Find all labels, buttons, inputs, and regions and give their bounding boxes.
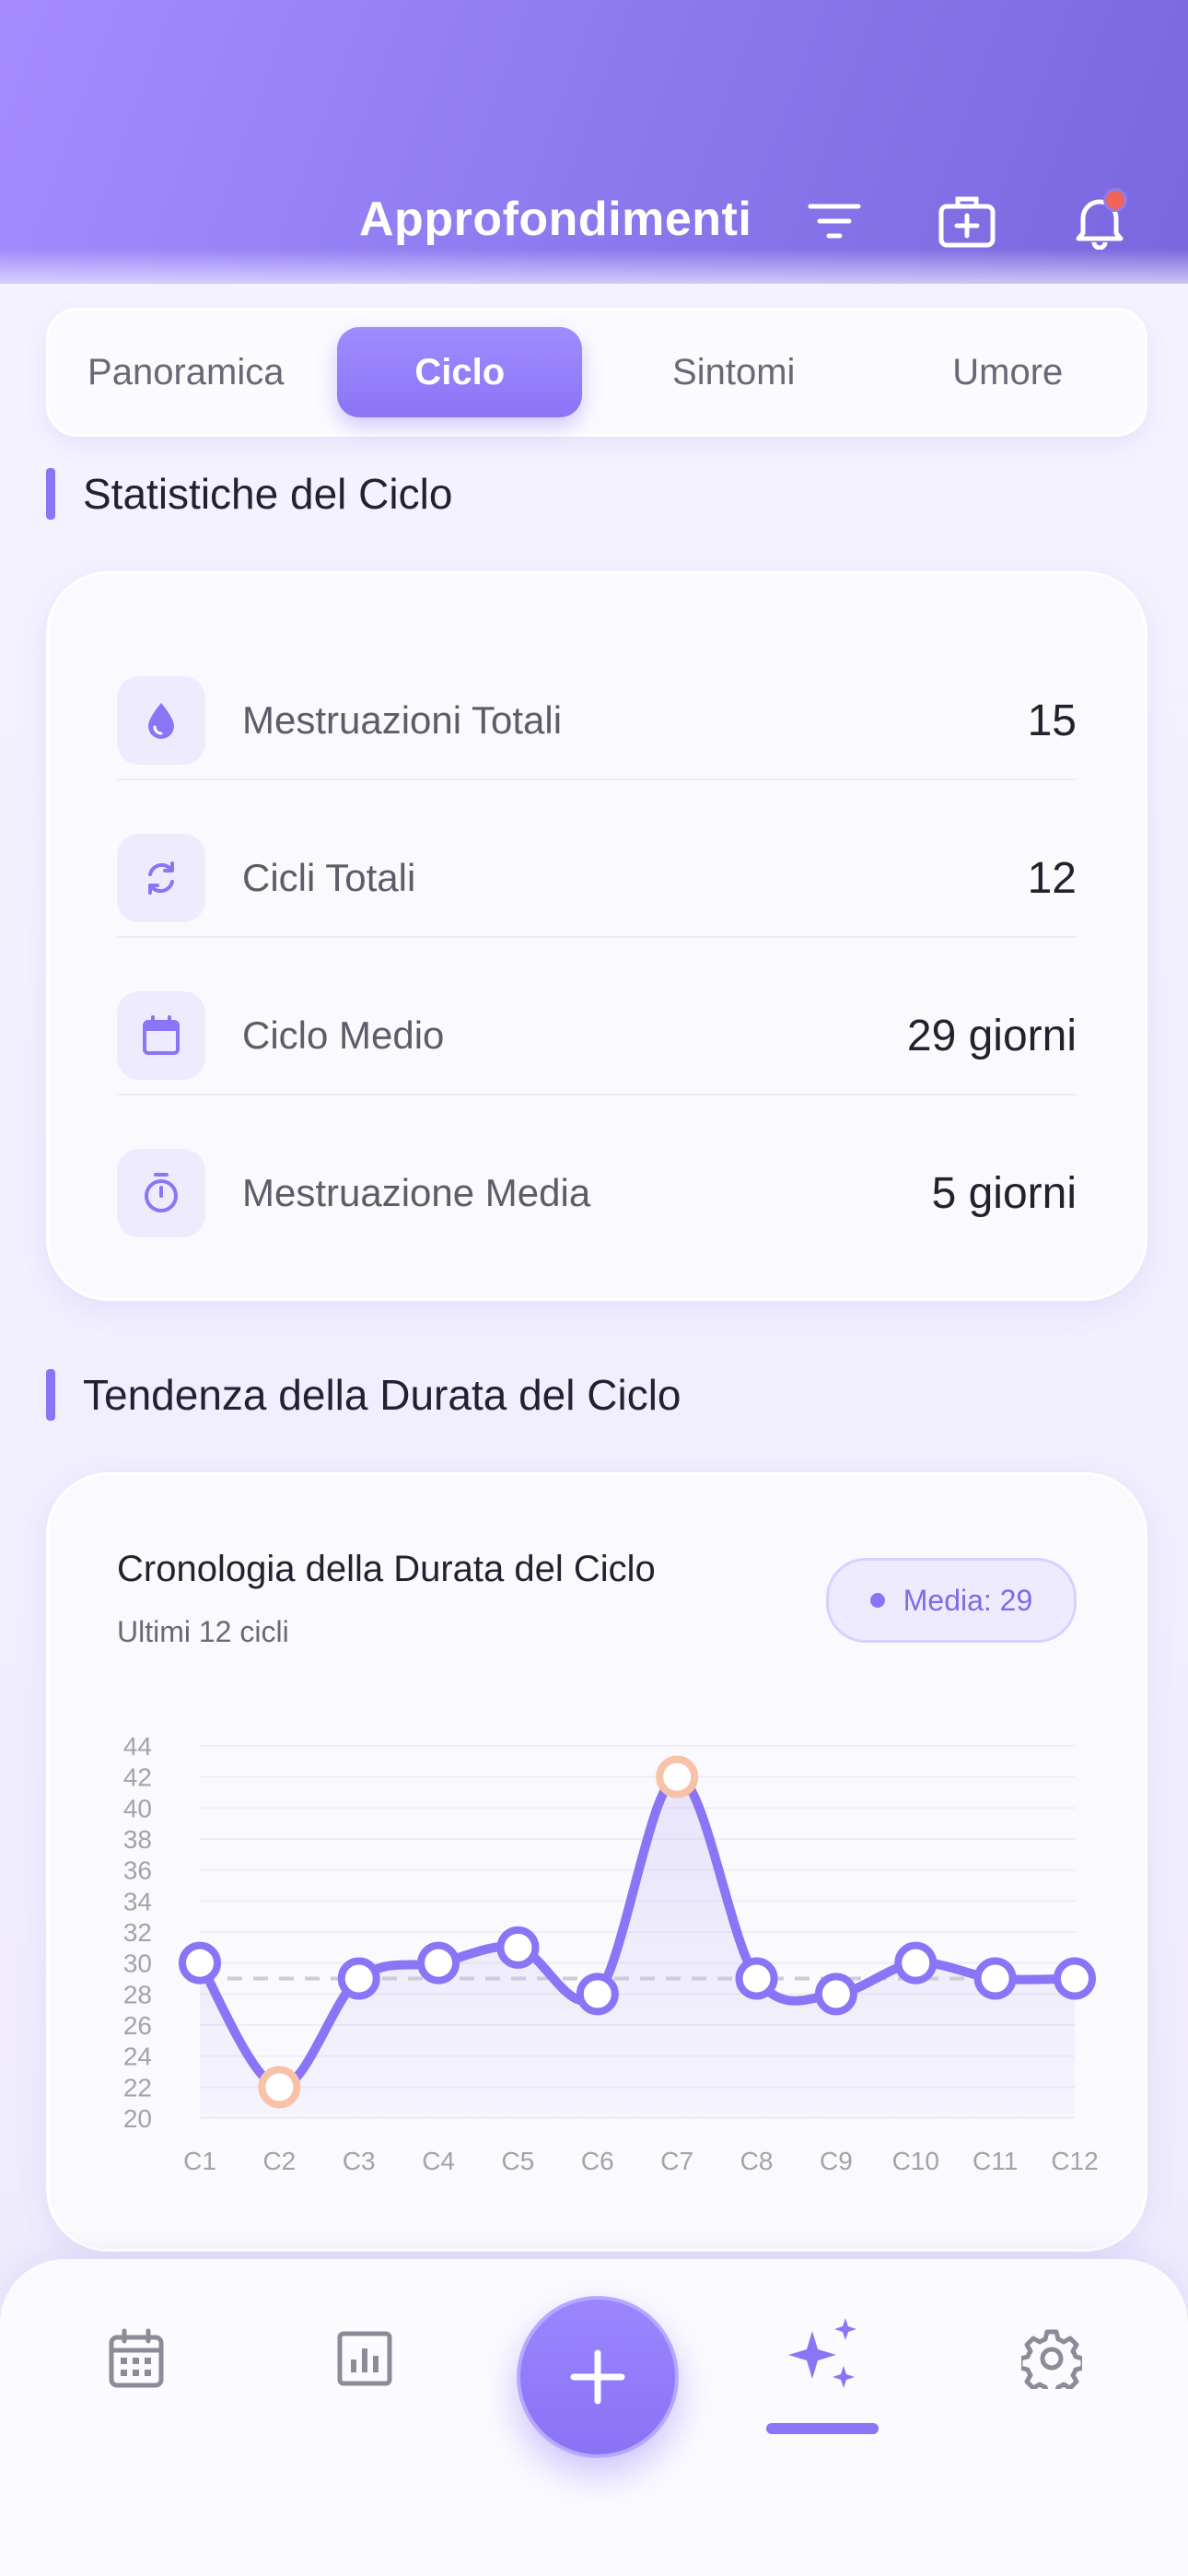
y-tick-label: 36 <box>123 1856 152 1885</box>
calendar-icon[interactable] <box>99 2322 173 2395</box>
chart-icon[interactable] <box>328 2322 402 2395</box>
trend-section-label: Tendenza della Durata del Ciclo <box>83 1371 681 1419</box>
first-aid-kit-icon[interactable] <box>930 184 1004 258</box>
data-point-c4 <box>417 1941 460 1985</box>
section-accent-bar <box>46 1369 55 1421</box>
data-point-c5 <box>496 1926 540 1969</box>
stat-label: Ciclo Medio <box>242 1013 445 1057</box>
cycle-length-chart: 20222426283032343638404244C1 C2 C3 C4 C5 C6 C7… <box>123 1732 1099 2175</box>
add-icon <box>570 2349 625 2405</box>
x-tick-label: C9 <box>820 2147 853 2175</box>
line-area <box>200 1776 1075 2118</box>
stat-label: Cicli Totali <box>242 856 416 899</box>
tab-sintomi[interactable]: Sintomi <box>611 327 856 417</box>
x-tick-label: C1 <box>183 2147 216 2175</box>
segmented-tabs: Panoramica Ciclo Sintomi Umore <box>46 308 1147 437</box>
drop-icon <box>117 676 205 765</box>
header-fade <box>0 249 1188 286</box>
y-tick-label: 24 <box>123 2043 152 2071</box>
stats-section-title: Statistiche del Ciclo <box>46 468 452 520</box>
cycle-icon <box>117 834 205 922</box>
x-tick-label: C3 <box>343 2147 376 2175</box>
x-tick-label: C6 <box>581 2147 614 2175</box>
notification-badge <box>1103 188 1127 212</box>
stat-row-menstruations: Mestruazioni Totali 15 <box>117 642 1077 799</box>
x-tick-label: C7 <box>660 2147 693 2175</box>
y-tick-label: 34 <box>123 1887 152 1915</box>
page-title: Approfondimenti <box>359 193 752 246</box>
y-tick-label: 20 <box>123 2104 152 2133</box>
stat-value: 29 giorni <box>906 1011 1077 1060</box>
chart-card: Cronologia della Durata del Ciclo Ultimi… <box>46 1472 1147 2252</box>
x-tick-label: C12 <box>1051 2147 1098 2175</box>
y-tick-label: 42 <box>123 1763 152 1792</box>
stat-label: Mestruazioni Totali <box>242 698 563 742</box>
data-point-c11 <box>973 1957 1017 2000</box>
y-tick-label: 22 <box>123 2073 152 2102</box>
y-tick-label: 28 <box>123 1980 152 2008</box>
data-point-c1 <box>179 1941 221 1985</box>
divider <box>117 779 1077 780</box>
x-tick-label: C10 <box>892 2147 939 2175</box>
data-point-c10 <box>894 1941 938 1985</box>
x-tick-label: C2 <box>262 2147 296 2175</box>
stats-card: Mestruazioni Totali 15 Cicli Totali 12 C… <box>46 571 1147 1301</box>
y-tick-label: 32 <box>123 1918 152 1947</box>
y-tick-label: 40 <box>123 1794 152 1822</box>
y-tick-label: 44 <box>123 1732 152 1761</box>
stat-row-average-menstruation: Mestruazione Media 5 giorni <box>117 1115 1077 1271</box>
divider <box>117 936 1077 938</box>
x-tick-label: C8 <box>740 2147 774 2175</box>
stat-value: 15 <box>1027 696 1077 745</box>
bell-icon[interactable] <box>1063 184 1136 258</box>
stopwatch-icon <box>117 1149 205 1237</box>
y-tick-label: 30 <box>123 1950 152 1978</box>
y-tick-label: 26 <box>123 2011 152 2040</box>
tab-ciclo[interactable]: Ciclo <box>337 327 583 417</box>
data-point-c2 <box>258 2066 301 2109</box>
add-button[interactable] <box>517 2296 679 2458</box>
stats-section-label: Statistiche del Ciclo <box>83 470 453 518</box>
stat-value: 12 <box>1027 853 1077 903</box>
trend-section-title: Tendenza della Durata del Ciclo <box>46 1369 681 1421</box>
bottom-navigation <box>0 2259 1188 2576</box>
x-tick-label: C11 <box>973 2147 1018 2175</box>
data-point-c8 <box>735 1957 778 2000</box>
x-tick-label: C4 <box>422 2147 455 2175</box>
x-tick-label: C5 <box>502 2147 535 2175</box>
stat-label: Mestruazione Media <box>242 1171 591 1214</box>
data-point-c7 <box>656 1755 699 1798</box>
tab-umore[interactable]: Umore <box>885 327 1130 417</box>
divider <box>117 1094 1077 1095</box>
active-tab-indicator <box>766 2423 879 2434</box>
filter-icon[interactable] <box>798 184 871 258</box>
y-tick-label: 38 <box>123 1825 152 1854</box>
tab-panoramica[interactable]: Panoramica <box>64 327 309 417</box>
stat-row-average-cycle: Ciclo Medio 29 giorni <box>117 957 1077 1114</box>
data-point-c12 <box>1054 1957 1096 2000</box>
gear-icon[interactable] <box>1015 2322 1089 2395</box>
stat-value: 5 giorni <box>931 1168 1077 1218</box>
data-point-c6 <box>576 1973 619 2016</box>
sparkles-icon[interactable] <box>783 2314 866 2397</box>
calendar-icon <box>117 991 205 1080</box>
section-accent-bar <box>46 468 55 520</box>
data-point-c3 <box>337 1957 380 2000</box>
stat-row-cycles: Cicli Totali 12 <box>117 800 1077 956</box>
data-point-c9 <box>814 1973 857 2016</box>
